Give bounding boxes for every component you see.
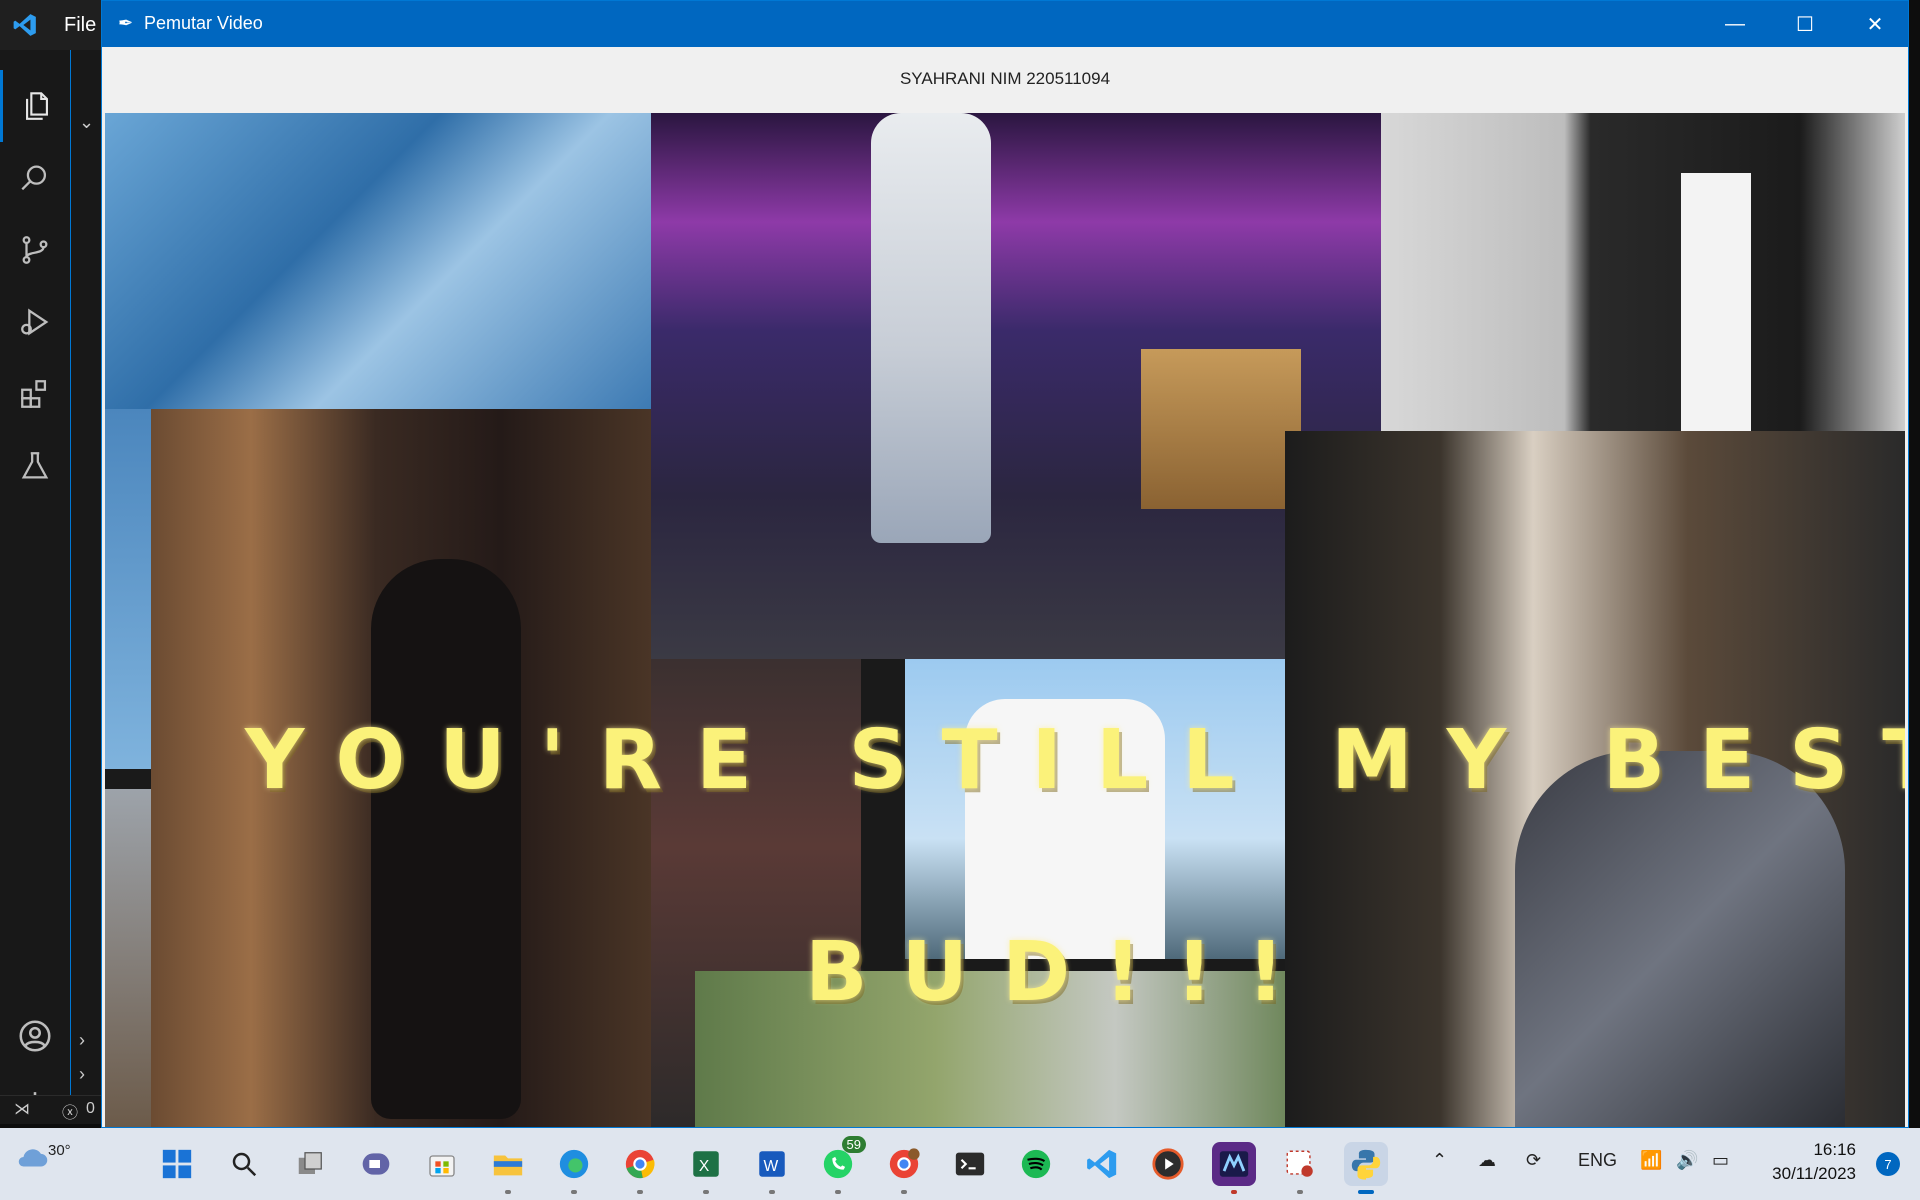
run-debug-icon[interactable] xyxy=(0,286,70,358)
wifi-icon[interactable]: 📶 xyxy=(1640,1150,1662,1171)
svg-text:W: W xyxy=(764,1158,779,1175)
collage-photo-edge-blue xyxy=(105,409,151,769)
chevron-right-icon[interactable]: › xyxy=(79,1030,85,1051)
battery-icon[interactable]: ▭ xyxy=(1712,1150,1729,1171)
caption-label: SYAHRANI NIM 220511094 xyxy=(899,69,1111,88)
running-indicator xyxy=(835,1190,841,1194)
word-icon[interactable]: W xyxy=(750,1142,794,1194)
teams-chat-icon[interactable] xyxy=(354,1142,398,1186)
running-indicator xyxy=(769,1190,775,1194)
caption-area: SYAHRANI NIM 220511094 xyxy=(102,47,1908,113)
explorer-icon[interactable] xyxy=(0,70,70,142)
menu-file[interactable]: File xyxy=(64,14,96,37)
vscode-statusbar: ⋊ ⓧ 0 xyxy=(0,1095,102,1124)
running-indicator xyxy=(1231,1190,1237,1194)
excel-icon[interactable]: X xyxy=(684,1142,728,1194)
overlay-text-line1: YOU'RE STILL MY BEST xyxy=(245,713,1905,808)
vscode-taskbar-icon[interactable] xyxy=(1080,1142,1124,1186)
chevron-down-icon[interactable]: ⌄ xyxy=(79,112,94,133)
running-indicator xyxy=(505,1190,511,1194)
video-player-window: ✒ Pemutar Video — ☐ ✕ SYAHRANI NIM 22051… xyxy=(101,0,1909,1128)
explorer-sidebar: ⌄ › › xyxy=(70,50,103,1095)
running-indicator xyxy=(901,1190,907,1194)
figure-sitting xyxy=(871,113,991,543)
collage-photo-yacht-shirt xyxy=(905,659,1285,959)
window-titlebar: ✒ Pemutar Video — ☐ ✕ xyxy=(102,1,1908,47)
error-count[interactable]: 0 xyxy=(86,1100,95,1118)
hooded-silhouette xyxy=(371,559,521,1119)
microsoft-store-icon[interactable] xyxy=(420,1142,464,1186)
source-control-icon[interactable] xyxy=(0,214,70,286)
file-explorer-icon[interactable] xyxy=(486,1142,530,1194)
snipping-tool-icon[interactable] xyxy=(1278,1142,1322,1194)
python-icon[interactable] xyxy=(1344,1142,1388,1194)
spotify-icon[interactable] xyxy=(1014,1142,1058,1186)
whatsapp-unread-badge: 59 xyxy=(841,1136,866,1153)
taskbar-search-icon[interactable] xyxy=(222,1142,266,1186)
clock[interactable]: 16:16 30/11/2023 xyxy=(1772,1138,1856,1186)
clock-time: 16:16 xyxy=(1813,1140,1856,1159)
chevron-right-icon[interactable]: › xyxy=(79,1064,85,1085)
weather-widget[interactable]: 30° xyxy=(14,1138,71,1181)
activity-bar xyxy=(0,50,71,1124)
running-indicator xyxy=(571,1190,577,1194)
app-m-icon[interactable] xyxy=(1212,1142,1256,1194)
account-icon[interactable] xyxy=(0,1000,70,1072)
notification-badge[interactable]: 7 xyxy=(1876,1152,1900,1176)
whatsapp-icon[interactable]: 59 xyxy=(816,1136,866,1194)
running-indicator xyxy=(1358,1190,1374,1194)
windows-icon xyxy=(162,1149,192,1179)
svg-text:X: X xyxy=(699,1158,710,1175)
chrome-icon[interactable] xyxy=(618,1142,662,1194)
chrome-profile-icon[interactable] xyxy=(882,1142,926,1194)
weather-temperature: 30° xyxy=(48,1142,71,1159)
minimize-button[interactable]: — xyxy=(1700,1,1770,47)
show-hidden-icons-chevron-up-icon[interactable]: ⌃ xyxy=(1432,1150,1447,1171)
collage-photo-edge-sky xyxy=(105,789,151,1127)
cloud-icon xyxy=(18,1149,48,1167)
language-indicator[interactable]: ENG xyxy=(1578,1150,1617,1171)
sync-icon[interactable]: ⟳ xyxy=(1526,1150,1541,1171)
running-indicator xyxy=(637,1190,643,1194)
collage-photo-bedroom xyxy=(651,113,1381,659)
collage-photo-leather-jacket xyxy=(1381,113,1905,431)
taskbar: 30° X W 59 ⌃ ☁ ⟳ ENG 📶 🔊 ▭ 16:16 30/11/2… xyxy=(0,1128,1920,1200)
onedrive-cloud-icon[interactable]: ☁ xyxy=(1478,1150,1496,1171)
running-indicator xyxy=(1297,1190,1303,1194)
feather-icon: ✒ xyxy=(118,13,134,33)
search-icon[interactable] xyxy=(0,142,70,214)
window-title: Pemutar Video xyxy=(144,13,263,33)
running-indicator xyxy=(703,1190,709,1194)
problems-icon[interactable]: ⓧ xyxy=(62,1099,78,1123)
media-player-icon[interactable] xyxy=(1146,1142,1190,1186)
collage-photo-blanket xyxy=(105,113,651,409)
vscode-logo-icon xyxy=(13,14,36,36)
volume-icon[interactable]: 🔊 xyxy=(1676,1150,1698,1171)
overlay-text-line2: BUD!!! xyxy=(805,925,1319,1020)
edge-browser-icon[interactable] xyxy=(552,1142,596,1194)
nightstand xyxy=(1141,349,1301,509)
close-button[interactable]: ✕ xyxy=(1840,1,1910,47)
remote-icon[interactable]: ⋊ xyxy=(14,1099,30,1119)
testing-icon[interactable] xyxy=(0,430,70,502)
vscode-titlebar: File xyxy=(0,0,102,50)
task-view-icon[interactable] xyxy=(288,1142,332,1186)
extensions-icon[interactable] xyxy=(0,358,70,430)
terminal-icon[interactable] xyxy=(948,1142,992,1186)
clock-date: 30/11/2023 xyxy=(1772,1164,1856,1183)
start-button[interactable] xyxy=(155,1142,199,1186)
maximize-button[interactable]: ☐ xyxy=(1770,1,1840,47)
video-frame[interactable]: YOU'RE STILL MY BEST BUD!!! xyxy=(105,113,1905,1127)
white-shirt xyxy=(1681,173,1751,431)
